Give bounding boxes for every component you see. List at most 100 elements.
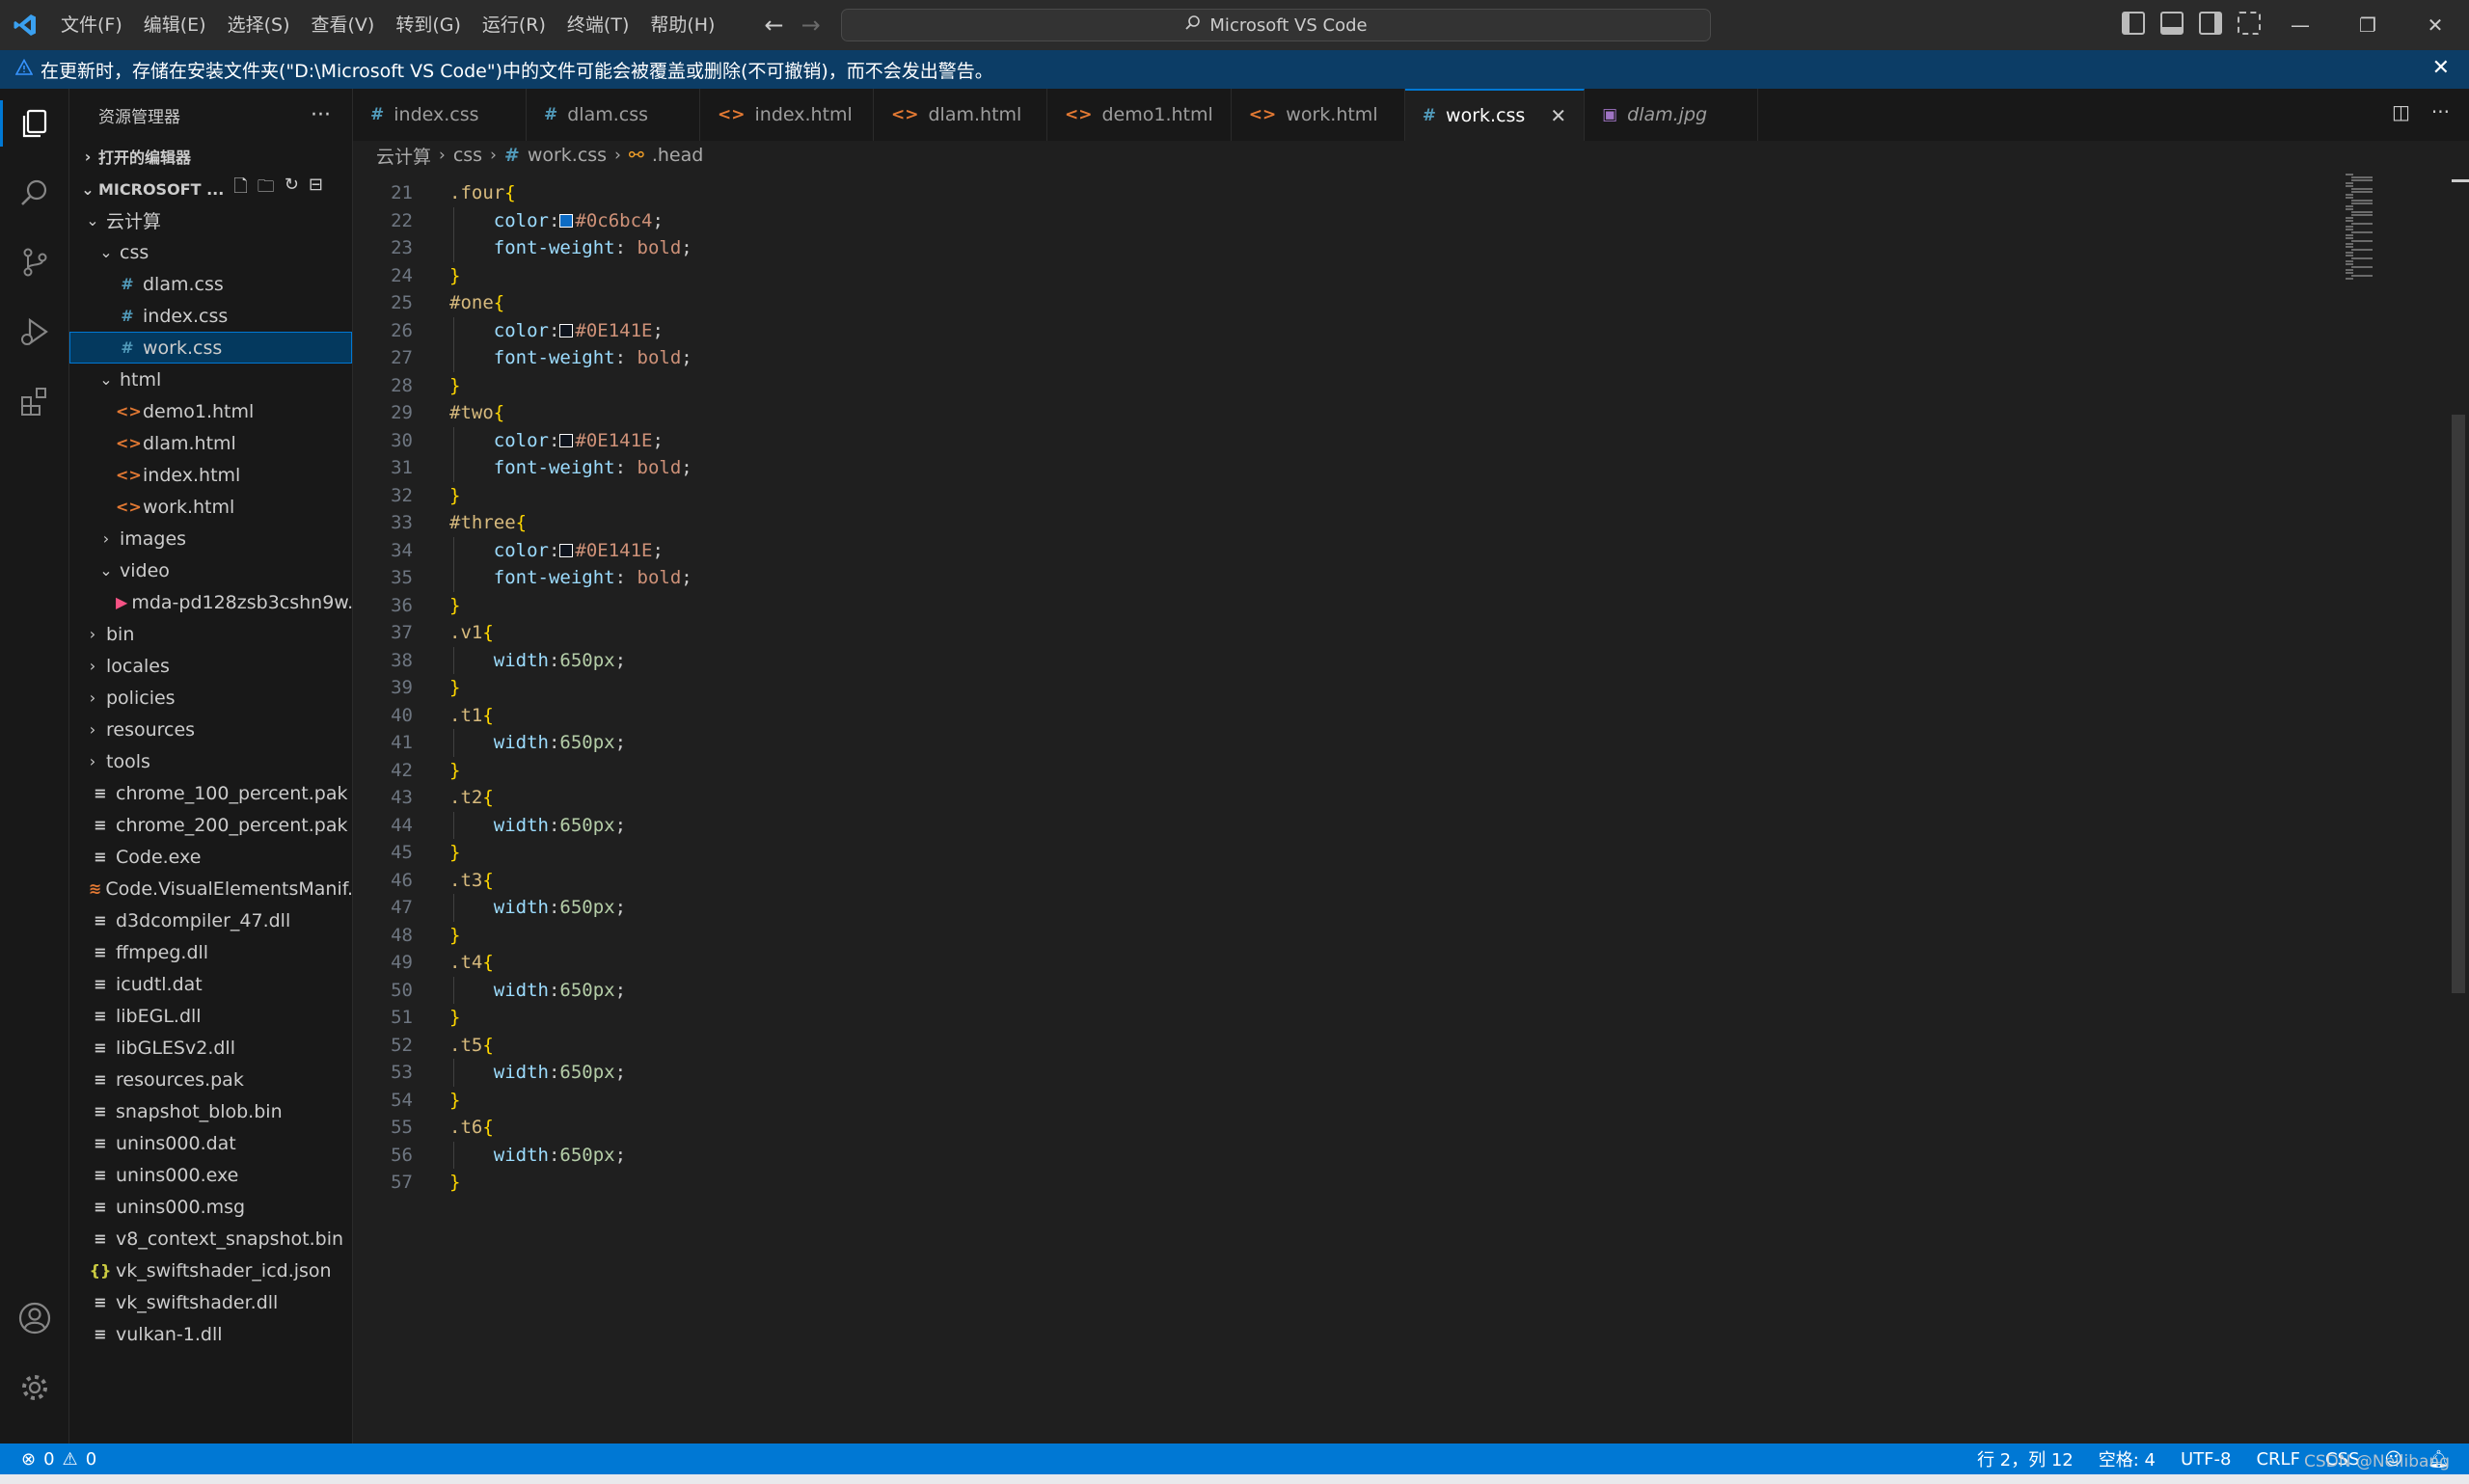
color-swatch[interactable] (559, 323, 574, 337)
tree-file[interactable]: ≡ unins000.msg (69, 1191, 352, 1223)
more-actions-icon[interactable]: ··· (2431, 100, 2450, 123)
banner-close-icon[interactable]: ✕ (2432, 56, 2450, 80)
tree-folder[interactable]: › bin (69, 618, 352, 650)
editor-tab[interactable]: # work.css ✕ (1404, 89, 1586, 141)
editor-tab[interactable]: <> index.html (700, 89, 874, 141)
encoding[interactable]: UTF-8 (2181, 1449, 2231, 1470)
tree-folder[interactable]: ⌄ 云计算 (69, 204, 352, 236)
back-arrow-icon[interactable]: ← (764, 12, 783, 39)
close-window-icon[interactable]: ✕ (2401, 0, 2469, 50)
menu-item[interactable]: 编辑(E) (133, 0, 217, 50)
open-editors-section[interactable]: › 打开的编辑器 (69, 141, 352, 172)
tree-file[interactable]: ≋ Code.VisualElementsManif... (69, 873, 352, 904)
tree-folder[interactable]: ⌄ video (69, 554, 352, 586)
settings-gear-icon[interactable] (14, 1366, 56, 1409)
tree-folder[interactable]: › locales (69, 650, 352, 682)
tree-file[interactable]: ≡ chrome_100_percent.pak (69, 777, 352, 809)
forward-arrow-icon[interactable]: → (801, 12, 821, 39)
menu-item[interactable]: 终端(T) (556, 0, 639, 50)
color-swatch[interactable] (559, 433, 574, 447)
tree-file[interactable]: ≡ libGLESv2.dll (69, 1032, 352, 1064)
menu-item[interactable]: 查看(V) (301, 0, 386, 50)
tree-file[interactable]: ≡ unins000.exe (69, 1159, 352, 1191)
breadcrumb-item[interactable]: 云计算 (376, 143, 431, 169)
tree-file[interactable]: <> dlam.html (69, 427, 352, 459)
indentation[interactable]: 空格: 4 (2099, 1446, 2156, 1471)
tree-file[interactable]: ≡ resources.pak (69, 1064, 352, 1095)
folder-section[interactable]: ⌄ MICROSOFT ... 🗋 🗀 ↻ ⊟ (69, 174, 352, 204)
new-folder-icon[interactable]: 🗀 (258, 175, 275, 203)
refresh-icon[interactable]: ↻ (285, 175, 299, 203)
editor-tab[interactable]: <> demo1.html (1047, 89, 1232, 141)
tree-file[interactable]: ≡ v8_context_snapshot.bin (69, 1223, 352, 1255)
run-debug-icon[interactable] (14, 310, 56, 353)
menu-item[interactable]: 选择(S) (217, 0, 301, 50)
tree-folder[interactable]: ⌄ css (69, 236, 352, 268)
problems-indicator[interactable]: ⊗ 0 ⚠ 0 (0, 1449, 96, 1470)
tree-folder[interactable]: › policies (69, 682, 352, 714)
tree-file[interactable]: ≡ icudtl.dat (69, 968, 352, 1000)
minimize-icon[interactable]: — (2266, 0, 2334, 50)
new-file-icon[interactable]: 🗋 (233, 175, 247, 203)
restore-icon[interactable]: ❐ (2334, 0, 2401, 50)
code-token: .t3 (449, 869, 483, 891)
code-editor[interactable]: 21 .four{22 color: #0c6bc4; 23 font-weight:… (353, 170, 2469, 1444)
tree-file[interactable]: ≡ vulkan-1.dll (69, 1318, 352, 1350)
tree-folder[interactable]: › resources (69, 714, 352, 745)
tree-file[interactable]: ≡ vk_swiftshader.dll (69, 1286, 352, 1318)
tree-file[interactable]: <> demo1.html (69, 395, 352, 427)
code-text: .t6{ (449, 1114, 494, 1141)
tree-file[interactable]: ≡ chrome_200_percent.pak (69, 809, 352, 841)
tree-file[interactable]: # work.css (69, 332, 352, 364)
toggle-panel-icon[interactable] (2160, 12, 2184, 35)
customize-layout-icon[interactable] (2238, 12, 2261, 35)
source-control-icon[interactable] (14, 241, 56, 283)
color-swatch[interactable] (559, 213, 574, 228)
menu-item[interactable]: 运行(R) (472, 0, 556, 50)
tree-folder[interactable]: ⌄ html (69, 364, 352, 395)
tree-file[interactable]: ≡ unins000.dat (69, 1127, 352, 1159)
tree-file[interactable]: ≡ Code.exe (69, 841, 352, 873)
editor-tab[interactable]: # dlam.css (527, 89, 700, 141)
menu-item[interactable]: 帮助(H) (639, 0, 725, 50)
color-swatch[interactable] (559, 543, 574, 557)
tree-file[interactable]: ≡ libEGL.dll (69, 1000, 352, 1032)
more-actions-icon[interactable]: ··· (311, 103, 331, 127)
editor-tab[interactable]: <> work.html (1232, 89, 1405, 141)
tree-file[interactable]: <> work.html (69, 491, 352, 523)
tree-file[interactable]: ≡ ffmpeg.dll (69, 936, 352, 968)
tree-folder[interactable]: › tools (69, 745, 352, 777)
tree-file[interactable]: {} vk_swiftshader_icd.json (69, 1255, 352, 1286)
end-of-line[interactable]: CRLF (2256, 1449, 2299, 1470)
tree-file[interactable]: <> index.html (69, 459, 352, 491)
line-number: 35 (391, 567, 413, 588)
command-center-search[interactable]: Microsoft VS Code (841, 9, 1711, 41)
minimap[interactable] (2338, 170, 2415, 285)
extensions-icon[interactable] (14, 380, 56, 422)
menu-item[interactable]: 转到(G) (385, 0, 472, 50)
tree-folder[interactable]: › images (69, 523, 352, 554)
breadcrumb-item[interactable]: css (453, 145, 482, 166)
toggle-secondary-sidebar-icon[interactable] (2199, 12, 2222, 35)
search-icon[interactable] (14, 172, 56, 214)
tree-file[interactable]: ≡ d3dcompiler_47.dll (69, 904, 352, 936)
menu-item[interactable]: 文件(F) (50, 0, 133, 50)
account-icon[interactable] (14, 1297, 56, 1339)
breadcrumb-item[interactable]: work.css (528, 145, 607, 166)
tree-file[interactable]: ≡ snapshot_blob.bin (69, 1095, 352, 1127)
editor-tab[interactable]: ▣ dlam.jpg (1585, 89, 1759, 141)
explorer-icon[interactable] (14, 102, 56, 145)
tree-file[interactable]: ▶ mda-pd128zsb3cshn9w... (69, 586, 352, 618)
close-tab-icon[interactable]: ✕ (1550, 104, 1566, 127)
tree-file[interactable]: # index.css (69, 300, 352, 332)
collapse-all-icon[interactable]: ⊟ (309, 175, 323, 203)
tree-file[interactable]: # dlam.css (69, 268, 352, 300)
breadcrumb-item[interactable]: .head (652, 145, 703, 166)
cursor-position[interactable]: 行 2，列 12 (1977, 1446, 2074, 1471)
split-editor-icon[interactable]: ◫ (2392, 100, 2410, 123)
vertical-scrollbar[interactable] (2452, 415, 2465, 993)
toggle-primary-sidebar-icon[interactable] (2122, 12, 2145, 35)
editor-tab[interactable]: # index.css (353, 89, 527, 141)
tree-item-label: unins000.msg (116, 1196, 246, 1218)
editor-tab[interactable]: <> dlam.html (874, 89, 1047, 141)
